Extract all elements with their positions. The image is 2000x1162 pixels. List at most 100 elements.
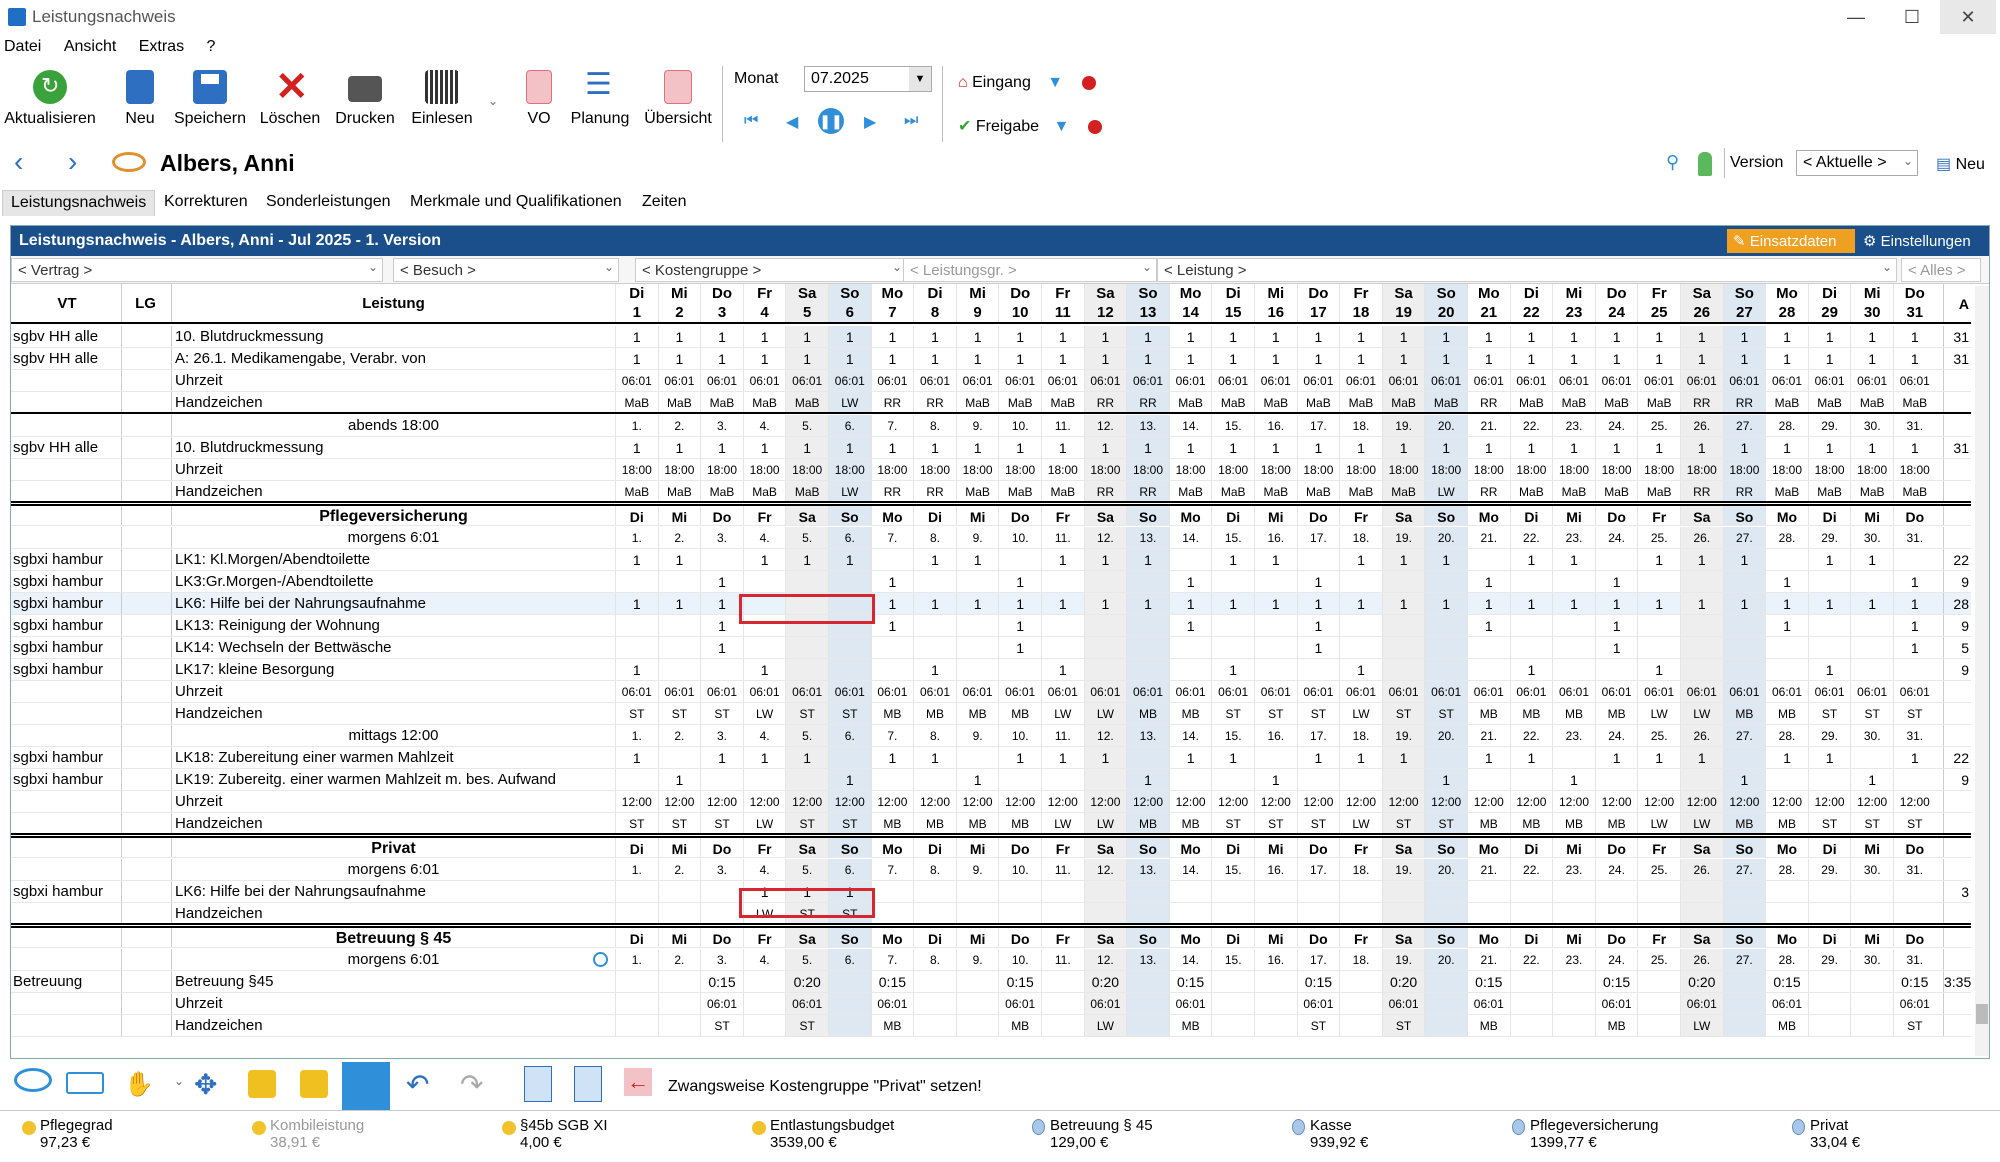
vertrag-filter[interactable]: < Vertrag > ⌄ <box>11 258 383 282</box>
day-cell[interactable]: 12:00 <box>742 791 786 812</box>
table-row[interactable]: Uhrzeit 06:01 06:01 06:01 06:01 06:01 06:01 06:… <box>11 681 1971 703</box>
day-cell[interactable]: Fr <box>1041 506 1084 525</box>
day-cell[interactable]: RR <box>1467 481 1510 501</box>
day-cell[interactable] <box>742 637 786 658</box>
search-document-icon[interactable] <box>574 1066 602 1102</box>
day-cell[interactable]: 1 <box>1637 747 1680 768</box>
day-cell[interactable]: ST <box>828 813 871 833</box>
day-cell[interactable]: 1 <box>1765 593 1808 614</box>
day-cell[interactable]: MaB <box>742 392 786 412</box>
day-cell[interactable]: 18:00 <box>828 459 871 480</box>
day-cell[interactable] <box>1807 571 1851 592</box>
day-cell[interactable]: Mi <box>1254 506 1297 525</box>
day-cell[interactable]: 20. <box>1424 725 1467 746</box>
day-cell[interactable] <box>1254 747 1297 768</box>
day-cell[interactable]: 6. <box>828 725 871 746</box>
forward-arrow-icon[interactable]: › <box>68 146 77 178</box>
day-cell[interactable]: Sa <box>1680 928 1723 947</box>
day-cell[interactable]: 1 <box>828 881 871 902</box>
day-cell[interactable]: MaB <box>998 481 1041 501</box>
header-day[interactable]: Di 8 <box>913 284 956 322</box>
version-select[interactable]: < Aktuelle > ⌄ <box>1796 150 1918 176</box>
day-cell[interactable]: 18:00 <box>998 459 1041 480</box>
day-cell[interactable] <box>1296 881 1340 902</box>
day-cell[interactable] <box>1211 881 1254 902</box>
day-cell[interactable]: 26. <box>1680 859 1723 880</box>
day-cell[interactable]: 30. <box>1850 415 1893 436</box>
day-cell[interactable]: MaB <box>657 481 701 501</box>
day-cell[interactable]: 1. <box>615 949 658 970</box>
day-cell[interactable] <box>1041 571 1084 592</box>
day-cell[interactable]: 12:00 <box>1765 791 1808 812</box>
day-cell[interactable]: 18:00 <box>1552 459 1595 480</box>
day-cell[interactable]: LW <box>1680 1015 1723 1036</box>
day-cell[interactable]: Mo <box>1467 506 1510 525</box>
day-cell[interactable]: ST <box>1381 1015 1425 1036</box>
day-cell[interactable]: 18:00 <box>1722 459 1766 480</box>
day-cell[interactable]: 1 <box>1339 348 1382 369</box>
day-cell[interactable] <box>1126 903 1169 923</box>
day-cell[interactable] <box>1254 993 1297 1014</box>
day-cell[interactable]: 10. <box>998 725 1041 746</box>
arrow-left-icon[interactable]: ← <box>624 1068 652 1096</box>
day-cell[interactable]: 1 <box>700 326 743 347</box>
day-cell[interactable]: 06:01 <box>1211 370 1254 391</box>
day-cell[interactable]: 06:01 <box>1807 681 1851 702</box>
table-row[interactable]: Handzeichen LW ST ST <box>11 903 1971 925</box>
maximize-button[interactable]: ☐ <box>1884 0 1940 34</box>
header-day[interactable]: Di 15 <box>1211 284 1254 322</box>
day-cell[interactable]: 06:01 <box>1680 681 1723 702</box>
day-cell[interactable]: 06:01 <box>1339 370 1382 391</box>
day-cell[interactable]: MB <box>1467 703 1510 724</box>
day-cell[interactable]: 1 <box>1680 747 1723 768</box>
day-cell[interactable]: ST <box>1424 703 1467 724</box>
day-cell[interactable] <box>1637 993 1680 1014</box>
day-cell[interactable] <box>1594 881 1638 902</box>
day-cell[interactable]: 21. <box>1467 415 1510 436</box>
table-row[interactable]: Handzeichen ST ST MB MB LW MB ST ST MB MB LW MB ST <box>11 1015 1971 1037</box>
day-cell[interactable]: 26. <box>1680 725 1723 746</box>
day-cell[interactable]: 1 <box>1893 615 1936 636</box>
day-cell[interactable]: 06:01 <box>913 370 956 391</box>
day-cell[interactable] <box>870 881 914 902</box>
day-cell[interactable]: 1 <box>1211 593 1254 614</box>
day-cell[interactable]: 18:00 <box>1807 459 1851 480</box>
day-cell[interactable] <box>828 615 871 636</box>
day-cell[interactable]: 1 <box>1680 326 1723 347</box>
day-cell[interactable]: 29. <box>1807 725 1851 746</box>
day-cell[interactable] <box>1807 993 1851 1014</box>
day-cell[interactable] <box>742 615 786 636</box>
day-cell[interactable] <box>657 615 701 636</box>
day-cell[interactable]: Do <box>700 928 743 947</box>
day-cell[interactable] <box>1211 993 1254 1014</box>
day-cell[interactable] <box>1722 993 1766 1014</box>
day-cell[interactable] <box>1296 769 1340 790</box>
day-cell[interactable]: Di <box>913 838 956 857</box>
day-cell[interactable]: MB <box>1765 1015 1808 1036</box>
day-cell[interactable] <box>657 971 701 992</box>
day-cell[interactable]: 31. <box>1893 527 1936 548</box>
day-cell[interactable]: 1 <box>1509 549 1553 570</box>
day-cell[interactable]: 15. <box>1211 725 1254 746</box>
day-cell[interactable] <box>828 571 871 592</box>
tab-merkmale[interactable]: Merkmale und Qualifikationen <box>402 190 630 216</box>
table-row[interactable]: Uhrzeit 06:01 06:01 06:01 06:01 06:01 06:01 06:… <box>11 993 1971 1015</box>
day-cell[interactable]: 1 <box>1722 769 1766 790</box>
day-cell[interactable]: 1 <box>998 747 1041 768</box>
day-cell[interactable]: 1 <box>785 881 828 902</box>
day-cell[interactable]: 1 <box>828 769 871 790</box>
day-cell[interactable]: Do <box>1296 928 1340 947</box>
day-cell[interactable] <box>1467 659 1510 680</box>
day-cell[interactable]: 12:00 <box>1850 791 1893 812</box>
day-cell[interactable]: 1 <box>1126 549 1169 570</box>
day-cell[interactable]: 4. <box>742 949 786 970</box>
day-cell[interactable]: 1 <box>1083 593 1127 614</box>
day-cell[interactable]: 31. <box>1893 949 1936 970</box>
day-cell[interactable]: Sa <box>1381 838 1425 857</box>
day-cell[interactable]: 28. <box>1765 725 1808 746</box>
header-day[interactable]: Di 22 <box>1509 284 1553 322</box>
day-cell[interactable]: 06:01 <box>998 681 1041 702</box>
day-cell[interactable]: MB <box>1467 1015 1510 1036</box>
day-cell[interactable]: MaB <box>1296 481 1340 501</box>
table-row[interactable]: sgbxi hambur LK6: Hilfe bei der Nahrungsa… <box>11 593 1971 615</box>
